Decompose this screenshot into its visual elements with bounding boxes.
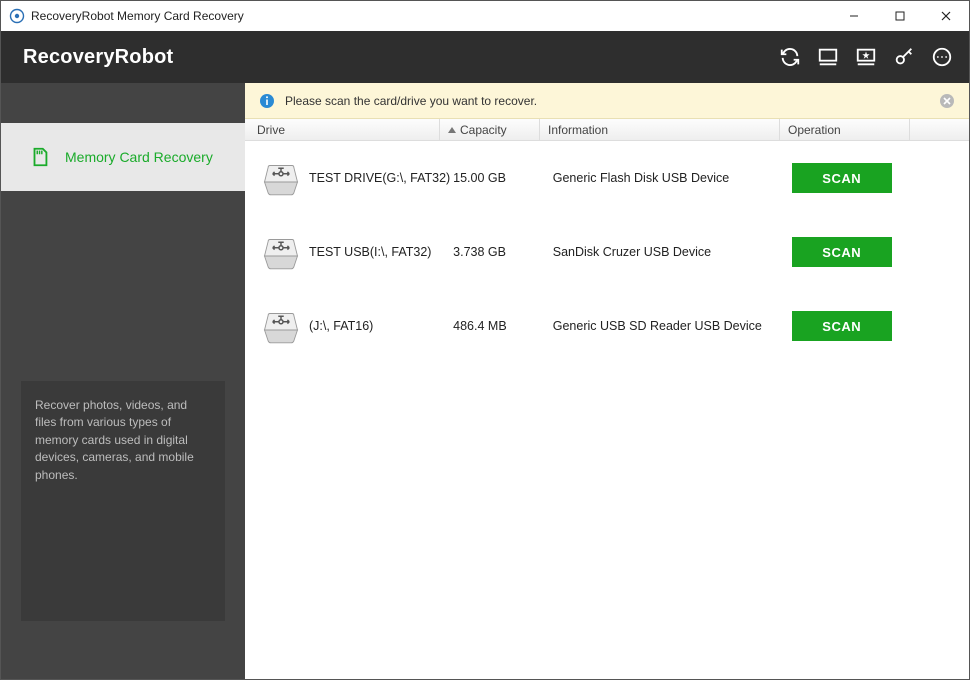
titlebar: RecoveryRobot Memory Card Recovery xyxy=(1,1,969,31)
notice-close-icon[interactable] xyxy=(939,93,955,109)
window-controls xyxy=(831,1,969,31)
drive-name: TEST DRIVE(G:\, FAT32) xyxy=(309,171,450,185)
info-icon xyxy=(259,93,275,109)
key-icon[interactable] xyxy=(893,46,915,68)
sidebar-item-label: Memory Card Recovery xyxy=(65,149,213,165)
usb-drive-icon xyxy=(259,234,303,270)
drive-name: (J:\, FAT16) xyxy=(309,319,373,333)
drive-info: SanDisk Cruzer USB Device xyxy=(553,245,792,259)
scan-button[interactable]: SCAN xyxy=(792,237,892,267)
sidebar: Memory Card Recovery Recover photos, vid… xyxy=(1,83,245,679)
col-header-drive[interactable]: Drive xyxy=(245,119,440,140)
drive-info: Generic USB SD Reader USB Device xyxy=(553,319,792,333)
header-bar: RecoveryRobot xyxy=(1,31,969,83)
sidebar-info-panel: Recover photos, videos, and files from v… xyxy=(21,381,225,621)
main-panel: Please scan the card/drive you want to r… xyxy=(245,83,969,679)
screen-star-icon[interactable] xyxy=(855,46,877,68)
notice-bar: Please scan the card/drive you want to r… xyxy=(245,83,969,119)
col-header-operation[interactable]: Operation xyxy=(780,119,910,140)
app-icon xyxy=(9,8,25,24)
drive-capacity: 15.00 GB xyxy=(453,171,553,185)
brand-label: RecoveryRobot xyxy=(23,46,173,69)
table-header: Drive Capacity Information Operation xyxy=(245,119,969,141)
usb-drive-icon xyxy=(259,308,303,344)
table-row: TEST DRIVE(G:\, FAT32)15.00 GBGeneric Fl… xyxy=(245,141,969,215)
drive-list: TEST DRIVE(G:\, FAT32)15.00 GBGeneric Fl… xyxy=(245,141,969,679)
monitor-icon[interactable] xyxy=(817,46,839,68)
sidebar-info-text: Recover photos, videos, and files from v… xyxy=(35,398,194,482)
table-row: (J:\, FAT16) 486.4 MBGeneric USB SD Reade… xyxy=(245,289,969,363)
sidebar-item-memory-card-recovery[interactable]: Memory Card Recovery xyxy=(1,123,245,191)
window-title: RecoveryRobot Memory Card Recovery xyxy=(31,9,244,23)
minimize-button[interactable] xyxy=(831,1,877,31)
drive-capacity: 486.4 MB xyxy=(453,319,553,333)
drive-info: Generic Flash Disk USB Device xyxy=(553,171,792,185)
scan-button[interactable]: SCAN xyxy=(792,311,892,341)
refresh-icon[interactable] xyxy=(779,46,801,68)
notice-text: Please scan the card/drive you want to r… xyxy=(285,94,537,108)
usb-drive-icon xyxy=(259,160,303,196)
drive-name: TEST USB(I:\, FAT32) xyxy=(309,245,431,259)
col-header-capacity[interactable]: Capacity xyxy=(440,119,540,140)
close-button[interactable] xyxy=(923,1,969,31)
scan-button[interactable]: SCAN xyxy=(792,163,892,193)
maximize-button[interactable] xyxy=(877,1,923,31)
drive-capacity: 3.738 GB xyxy=(453,245,553,259)
table-row: TEST USB(I:\, FAT32) 3.738 GBSanDisk Cruz… xyxy=(245,215,969,289)
more-icon[interactable] xyxy=(931,46,953,68)
sort-asc-icon xyxy=(448,127,456,133)
col-header-information[interactable]: Information xyxy=(540,119,780,140)
header-actions xyxy=(779,46,953,68)
sd-card-icon xyxy=(29,146,51,168)
app-window: RecoveryRobot Memory Card Recovery Recov… xyxy=(0,0,970,680)
